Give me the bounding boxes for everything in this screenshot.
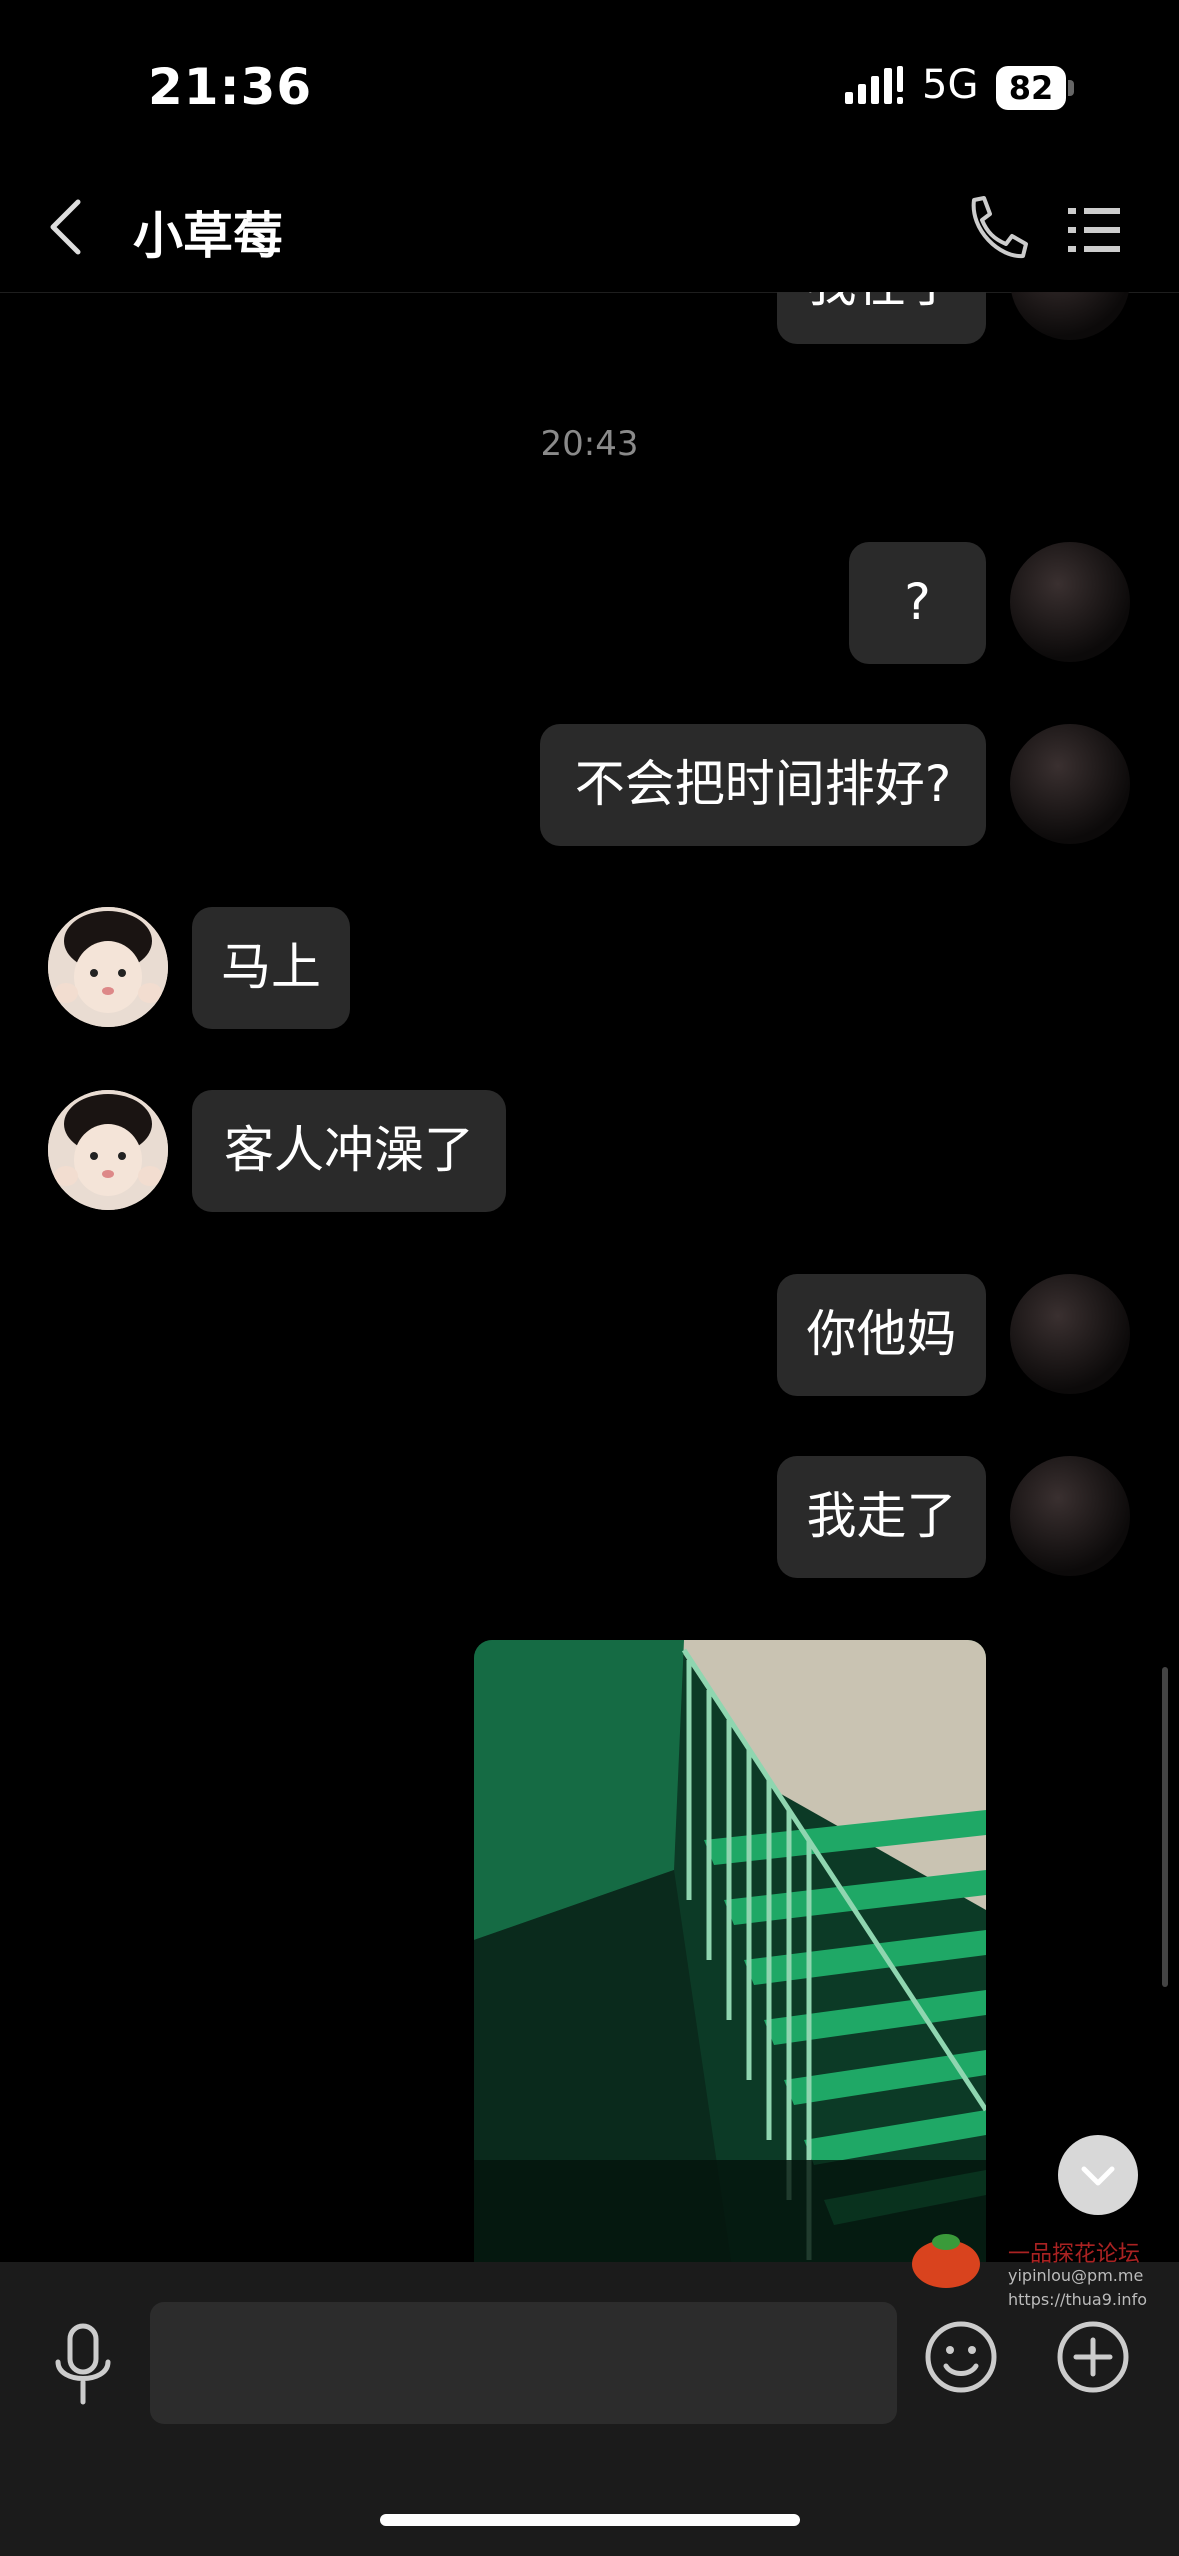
menu-icon[interactable] — [1064, 200, 1124, 260]
chat-header: 小草莓 — [0, 170, 1179, 293]
stairwell-photo[interactable] — [474, 1640, 986, 2262]
input-bar — [0, 2262, 1179, 2556]
my-avatar[interactable] — [1010, 1456, 1130, 1576]
message-timestamp: 20:43 — [540, 424, 639, 464]
message-input[interactable] — [150, 2302, 897, 2424]
battery-level: 82 — [1008, 69, 1054, 107]
scrollbar[interactable] — [1162, 1667, 1168, 1987]
phone-icon[interactable] — [960, 190, 1030, 266]
message-bubble-outgoing[interactable]: 你他妈 — [777, 1274, 986, 1396]
watermark-title: 一品探花论坛 — [1008, 2242, 1141, 2267]
back-arrow-icon[interactable] — [38, 192, 98, 262]
watermark-email: yipinlou@pm.me — [1008, 2266, 1144, 2285]
status-time: 21:36 — [148, 58, 313, 116]
my-avatar[interactable] — [1010, 1274, 1130, 1394]
signal-icon — [845, 66, 903, 104]
contact-avatar[interactable] — [48, 1090, 168, 1210]
home-indicator — [380, 2514, 800, 2526]
battery-icon: 82 — [996, 66, 1074, 110]
status-bar: 21:36 5G 82 — [0, 0, 1179, 170]
emoji-icon[interactable] — [924, 2320, 998, 2394]
message-bubble-outgoing[interactable]: ? — [849, 542, 986, 664]
forum-logo-icon — [912, 2234, 980, 2288]
add-icon[interactable] — [1056, 2320, 1130, 2394]
message-list[interactable]: 我在了 20:43 ? 不会把时间排好? 马上 客人冲澡了 你他妈 我走了 — [0, 292, 1179, 2262]
message-bubble-outgoing[interactable]: 不会把时间排好? — [540, 724, 986, 846]
network-type: 5G — [922, 62, 979, 108]
watermark-url: https://thua9.info — [1008, 2290, 1147, 2309]
chat-title: 小草莓 — [133, 207, 283, 265]
microphone-icon[interactable] — [50, 2322, 116, 2408]
message-bubble-incoming[interactable]: 客人冲澡了 — [192, 1090, 506, 1212]
contact-avatar[interactable] — [48, 907, 168, 1027]
message-bubble-outgoing[interactable]: 我在了 — [777, 292, 986, 344]
message-bubble-incoming[interactable]: 马上 — [192, 907, 350, 1029]
chevron-down-icon — [1081, 2166, 1115, 2186]
my-avatar[interactable] — [1010, 292, 1130, 340]
my-avatar[interactable] — [1010, 542, 1130, 662]
message-bubble-outgoing[interactable]: 我走了 — [777, 1456, 986, 1578]
scroll-to-bottom-button[interactable] — [1058, 2135, 1138, 2215]
my-avatar[interactable] — [1010, 724, 1130, 844]
